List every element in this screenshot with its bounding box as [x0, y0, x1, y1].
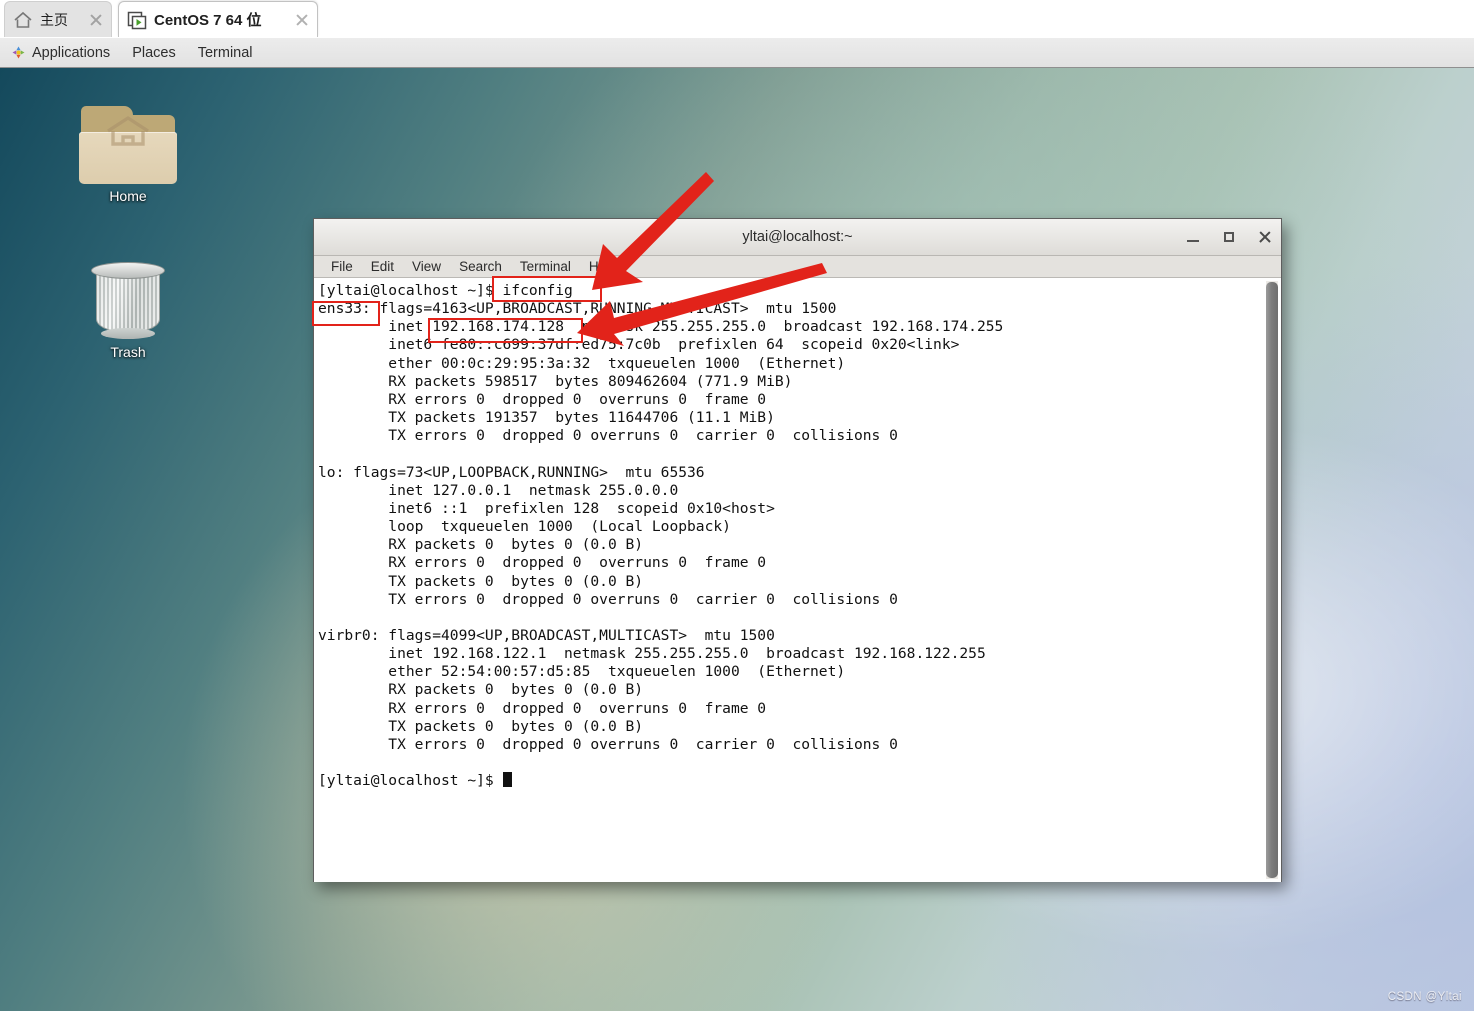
tab-home-label: 主页 — [40, 11, 68, 28]
menu-file[interactable]: File — [322, 256, 362, 277]
folder-home-icon — [79, 106, 177, 184]
home-icon — [12, 9, 34, 31]
menu-search[interactable]: Search — [450, 256, 511, 277]
close-icon[interactable] — [1257, 229, 1273, 245]
terminal-scrollbar-thumb[interactable] — [1266, 282, 1278, 878]
terminal-title-text: yltai@localhost:~ — [742, 229, 853, 245]
terminal-output: [yltai@localhost ~]$ ifconfig ens33: fla… — [318, 282, 1004, 753]
panel-places-menu[interactable]: Places — [121, 38, 187, 67]
watermark: CSDN @Yltai — [1387, 991, 1462, 1003]
applications-puzzle-icon — [11, 45, 26, 60]
minimize-icon[interactable] — [1185, 229, 1201, 245]
tab-centos-close-icon[interactable] — [295, 13, 309, 27]
terminal-menu-bar: File Edit View Search Terminal Help — [314, 256, 1281, 278]
tab-centos[interactable]: CentOS 7 64 位 — [118, 1, 318, 37]
terminal-text: [yltai@localhost ~]$ ifconfig ens33: fla… — [318, 282, 1257, 790]
tab-home[interactable]: 主页 — [4, 1, 112, 37]
desktop-icon-trash-label: Trash — [110, 344, 146, 360]
desktop-icon-home-label: Home — [109, 188, 147, 204]
desktop-icon-trash[interactable]: Trash — [68, 258, 188, 360]
menu-view[interactable]: View — [403, 256, 450, 277]
vm-play-icon — [126, 9, 148, 31]
maximize-icon[interactable] — [1221, 229, 1237, 245]
gnome-top-panel: Applications Places Terminal — [0, 38, 1474, 68]
browser-tab-strip: 主页 CentOS 7 64 位 — [0, 0, 1474, 38]
desktop-icon-home[interactable]: Home — [68, 106, 188, 204]
terminal-cursor — [502, 772, 512, 788]
panel-applications-label: Applications — [32, 44, 111, 61]
menu-terminal[interactable]: Terminal — [511, 256, 580, 277]
terminal-window: yltai@localhost:~ File Edit View Search … — [313, 218, 1282, 882]
terminal-final-prompt: [yltai@localhost ~]$ — [318, 772, 503, 790]
menu-edit[interactable]: Edit — [362, 256, 403, 277]
terminal-title-bar[interactable]: yltai@localhost:~ — [314, 219, 1281, 256]
trash-can-icon — [91, 258, 165, 340]
panel-terminal-menu[interactable]: Terminal — [187, 38, 264, 67]
tab-centos-label: CentOS 7 64 位 — [154, 12, 262, 29]
window-controls — [1185, 219, 1273, 255]
menu-help[interactable]: Help — [580, 256, 626, 277]
tab-home-close-icon[interactable] — [89, 13, 103, 27]
terminal-output-area[interactable]: [yltai@localhost ~]$ ifconfig ens33: fla… — [314, 278, 1281, 882]
panel-applications-menu[interactable]: Applications — [0, 38, 121, 67]
